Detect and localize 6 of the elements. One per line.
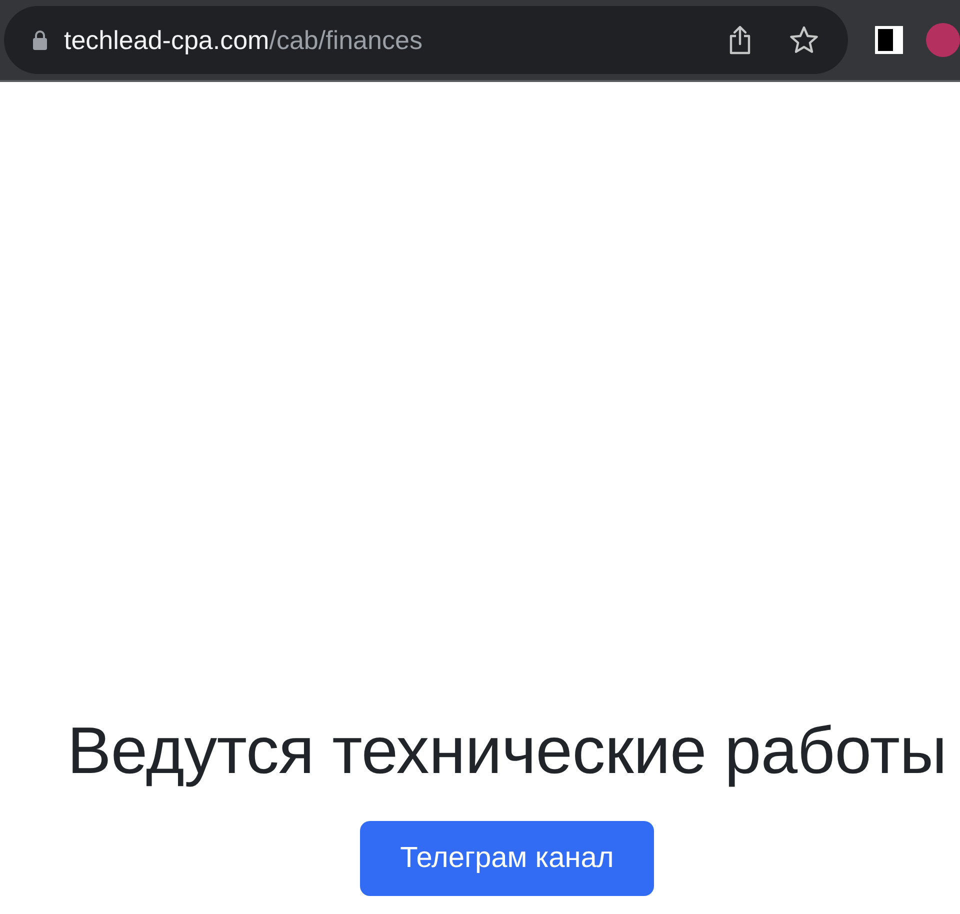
address-bar[interactable]: techlead-cpa.com/cab/finances bbox=[4, 6, 848, 74]
telegram-channel-button[interactable]: Телеграм канал bbox=[360, 821, 654, 896]
lock-icon bbox=[32, 30, 48, 50]
maintenance-heading: Ведутся технические работы bbox=[67, 714, 947, 787]
side-panel-icon[interactable] bbox=[872, 23, 906, 57]
url-text: techlead-cpa.com/cab/finances bbox=[64, 24, 424, 56]
